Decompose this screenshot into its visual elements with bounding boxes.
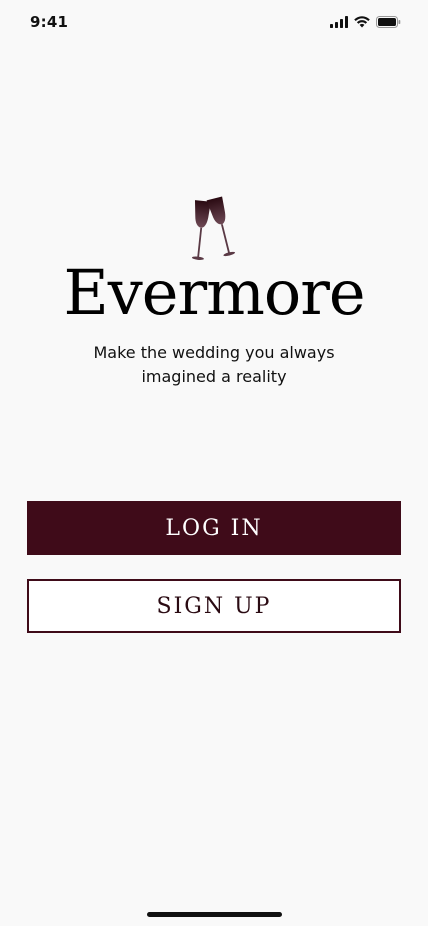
home-indicator <box>147 912 282 917</box>
wifi-icon <box>354 16 370 28</box>
battery-icon <box>376 16 401 28</box>
tagline: Make the wedding you always imagined a r… <box>93 343 335 386</box>
signup-button[interactable]: SIGN UP <box>27 579 401 633</box>
status-icons <box>330 15 401 29</box>
app-title: Evermore <box>63 256 365 329</box>
status-bar: 9:41 <box>0 0 428 44</box>
status-time: 9:41 <box>30 13 69 31</box>
signup-button-label: SIGN UP <box>156 593 272 619</box>
cellular-signal-icon <box>330 16 348 28</box>
login-button-label: LOG IN <box>165 515 263 541</box>
login-button[interactable]: LOG IN <box>27 501 401 555</box>
